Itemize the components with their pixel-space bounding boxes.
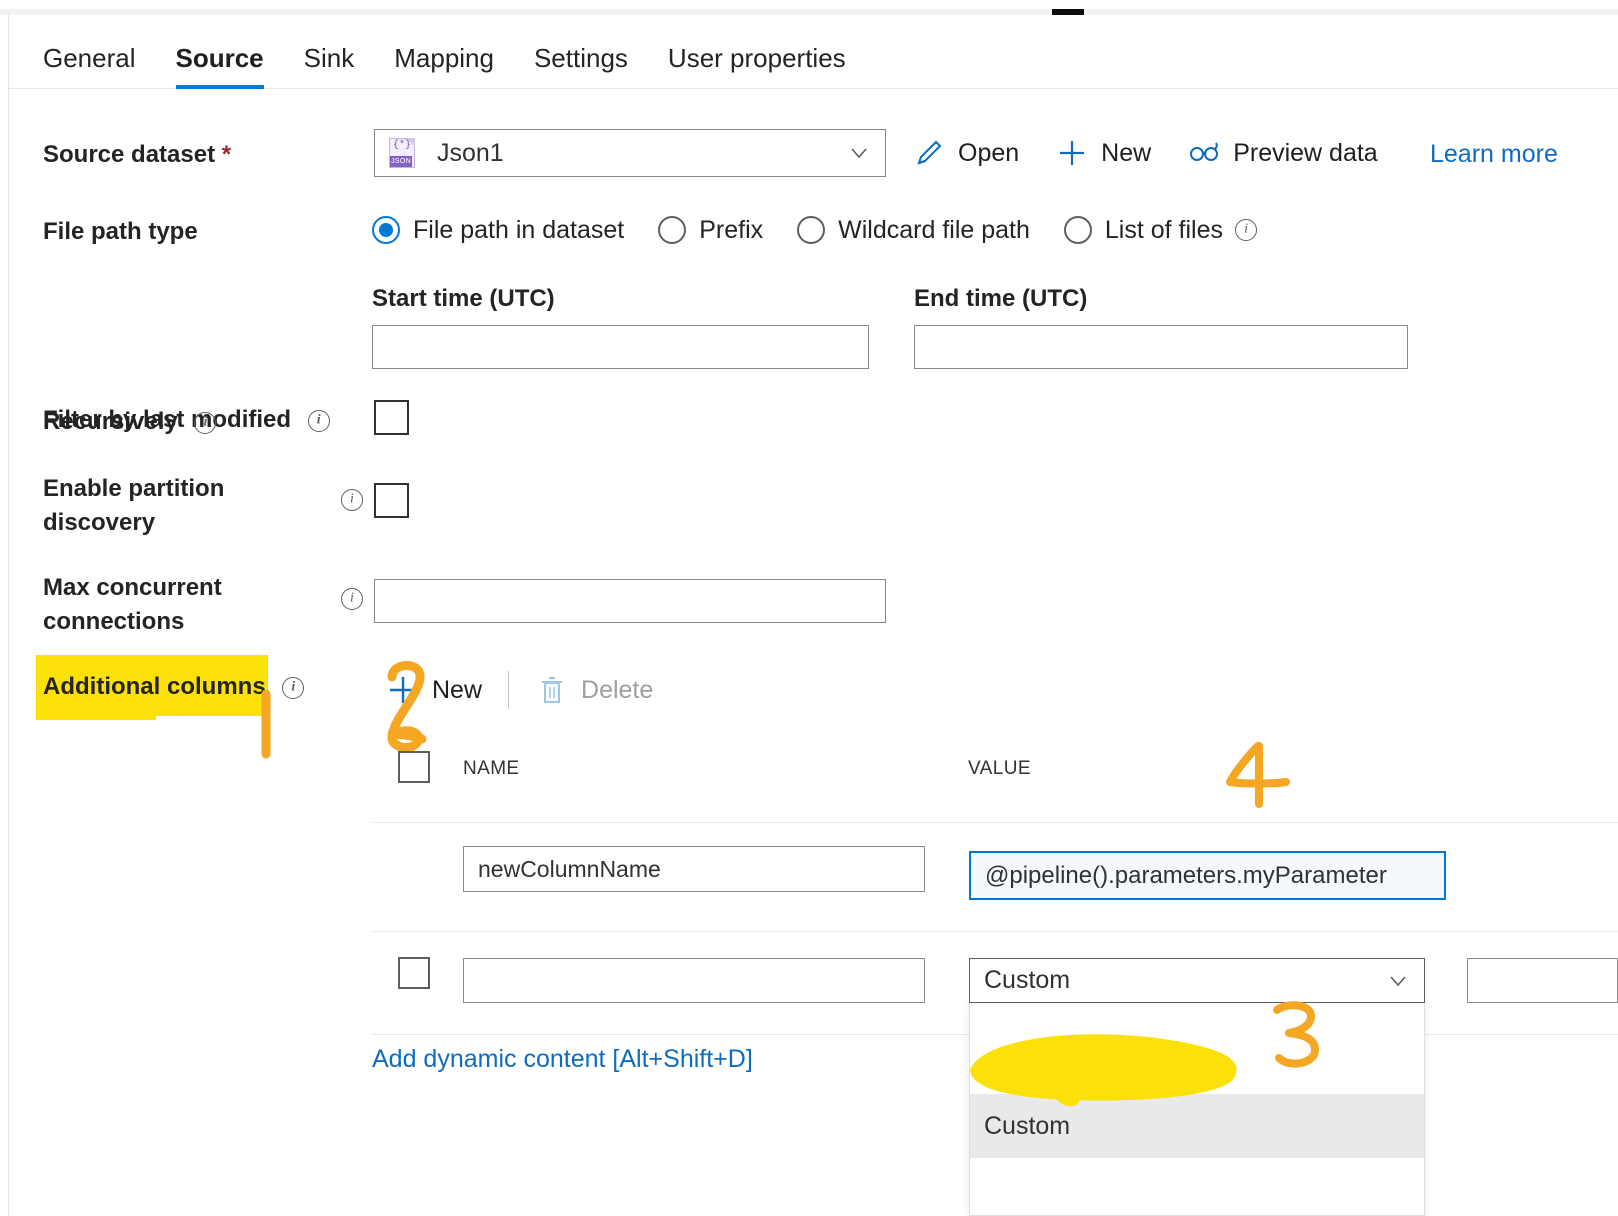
tab-source[interactable]: Source	[175, 43, 264, 89]
new-column-label: New	[432, 675, 483, 704]
tab-sink-label: Sink	[303, 43, 355, 73]
max-concurrent-connections-label: Max concurrent connections	[43, 574, 222, 636]
max-concurrent-connections-input[interactable]	[374, 579, 886, 623]
new-column-button[interactable]: New	[386, 673, 482, 707]
tab-sink[interactable]: Sink	[304, 45, 355, 89]
radio-file-path-in-dataset[interactable]: File path in dataset	[372, 216, 624, 245]
file-path-type-radio-group: File path in dataset Prefix Wildcard fil…	[372, 213, 1291, 247]
pencil-icon	[917, 140, 942, 165]
max-concurrent-connections-info-icon[interactable]	[341, 588, 363, 610]
open-dataset-button[interactable]: Open	[912, 136, 1019, 170]
panel-left-divider	[8, 14, 9, 1216]
end-time-input[interactable]	[914, 325, 1408, 369]
tab-mapping[interactable]: Mapping	[394, 45, 494, 89]
additional-column-value-input-1[interactable]	[969, 851, 1446, 900]
recursively-label: Recursively	[43, 405, 217, 439]
start-time-input[interactable]	[372, 325, 869, 369]
add-dynamic-content-menu-item[interactable]: Add dynamic content	[970, 1030, 1424, 1094]
additional-column-name-input-1[interactable]	[463, 846, 925, 892]
additional-column-value-select-2[interactable]: Custom	[969, 958, 1425, 1003]
radio-list-of-files[interactable]: List of files	[1063, 215, 1258, 245]
source-dataset-label: Source dataset *	[43, 141, 232, 168]
radio-prefix[interactable]: Prefix	[658, 216, 763, 245]
add-dynamic-content-link[interactable]: Add dynamic content [Alt+Shift+D]	[372, 1045, 753, 1074]
radio-list-of-files-label: List of files	[1104, 215, 1224, 244]
additional-column-extra-input-2[interactable]	[1467, 958, 1618, 1003]
source-dataset-value: Json1	[437, 138, 504, 167]
plus-icon	[390, 677, 416, 703]
add-dynamic-content-menu-item-label: Add dynamic content	[984, 1047, 1218, 1076]
end-time-label: End time (UTC)	[914, 285, 1088, 312]
delete-column-button[interactable]: Delete	[535, 673, 653, 707]
list-of-files-info-icon[interactable]	[1235, 219, 1258, 241]
table-row-divider-1	[372, 931, 1618, 932]
radio-circle-icon	[372, 216, 400, 244]
chevron-down-icon	[851, 148, 867, 159]
tab-mapping-label: Mapping	[394, 43, 494, 73]
source-dataset-command-bar: Open New Preview data	[912, 131, 1414, 175]
preview-data-button[interactable]: Preview data	[1187, 136, 1378, 170]
additional-columns-label: Additional columns	[43, 670, 305, 704]
activity-settings-panel: General Source Sink Mapping Settings Use…	[0, 0, 1618, 1216]
value-dropdown-menu: Add dynamic content Custom	[969, 1003, 1425, 1216]
file-path-type-label: File path type	[43, 218, 198, 245]
column-header-name: NAME	[463, 758, 520, 779]
start-time-label: Start time (UTC)	[372, 285, 555, 312]
tab-list: General Source Sink Mapping Settings Use…	[43, 16, 886, 89]
new-dataset-button[interactable]: New	[1055, 136, 1151, 170]
additional-columns-info-icon[interactable]	[282, 676, 305, 699]
tab-source-label: Source	[175, 43, 264, 73]
radio-wildcard-file-path-label: Wildcard file path	[838, 215, 1030, 244]
source-dataset-combobox[interactable]: {*} JSON Json1	[374, 129, 886, 177]
toolbar-divider	[508, 671, 510, 709]
glasses-icon	[1190, 142, 1219, 161]
radio-circle-icon	[797, 216, 826, 244]
row-select-checkbox-2[interactable]	[398, 957, 430, 989]
additional-columns-toolbar: New Delete	[386, 668, 689, 712]
tab-settings[interactable]: Settings	[534, 45, 628, 89]
column-header-value: VALUE	[968, 758, 1031, 779]
enable-partition-discovery-checkbox[interactable]	[374, 483, 409, 518]
new-dataset-label: New	[1101, 138, 1152, 167]
open-dataset-label: Open	[958, 138, 1020, 167]
custom-menu-item[interactable]: Custom	[970, 1094, 1424, 1158]
recursively-info-icon[interactable]	[194, 411, 217, 434]
scrollbar-thumb[interactable]	[1052, 9, 1084, 15]
recursively-checkbox[interactable]	[374, 400, 409, 435]
tab-user-properties[interactable]: User properties	[668, 45, 846, 89]
additional-column-value-select-2-text: Custom	[984, 966, 1071, 994]
tab-user-properties-label: User properties	[667, 43, 846, 73]
radio-wildcard-file-path[interactable]: Wildcard file path	[797, 216, 1030, 245]
json-file-icon: {*} JSON	[389, 138, 415, 168]
preview-data-label: Preview data	[1233, 138, 1378, 167]
learn-more-link[interactable]: Learn more	[1430, 140, 1558, 169]
trash-icon	[542, 677, 563, 703]
tab-settings-label: Settings	[533, 43, 628, 73]
radio-circle-icon	[1063, 216, 1092, 244]
additional-column-name-input-2[interactable]	[463, 958, 925, 1003]
radio-file-path-in-dataset-label: File path in dataset	[413, 215, 625, 244]
horizontal-scrollbar[interactable]	[0, 9, 1618, 15]
plus-icon	[1060, 141, 1085, 165]
tab-general[interactable]: General	[43, 45, 136, 89]
filter-by-last-modified-info-icon[interactable]	[307, 409, 330, 432]
table-header-divider	[372, 822, 1618, 823]
radio-prefix-label: Prefix	[699, 215, 764, 244]
annotation-mark-4	[1226, 742, 1290, 808]
tab-general-label: General	[43, 43, 136, 73]
tab-bar: General Source Sink Mapping Settings Use…	[9, 16, 1618, 89]
enable-partition-discovery-info-icon[interactable]	[341, 489, 363, 511]
chevron-down-icon	[1390, 975, 1406, 986]
required-marker: *	[221, 141, 232, 168]
enable-partition-discovery-label: Enable partition discovery	[43, 475, 225, 537]
custom-menu-item-label: Custom	[984, 1111, 1071, 1140]
select-all-rows-checkbox[interactable]	[398, 751, 430, 783]
radio-circle-icon	[658, 216, 687, 244]
delete-column-label: Delete	[581, 675, 654, 704]
